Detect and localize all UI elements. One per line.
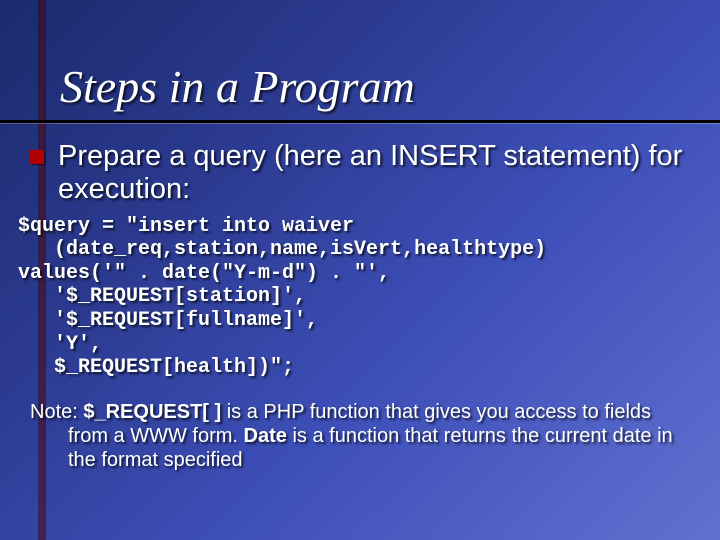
code-block: $query = "insert into waiver (date_req,s…: [18, 215, 690, 380]
bullet-square-icon: [30, 150, 44, 164]
code-line: $_REQUEST[health])";: [18, 356, 294, 379]
code-line: '$_REQUEST[station]',: [18, 285, 306, 308]
note-paragraph: Note: $_REQUEST[ ] is a PHP function tha…: [30, 400, 690, 472]
code-line: values('" . date("Y-m-d") . "',: [18, 262, 390, 285]
code-line: '$_REQUEST[fullname]',: [18, 309, 318, 332]
slide-title: Steps in a Program: [60, 60, 415, 113]
note-date-func: Date: [244, 425, 287, 447]
title-underline: [0, 120, 720, 123]
bullet-text: Prepare a query (here an INSERT statemen…: [58, 140, 690, 207]
note-request-func: $_REQUEST[ ]: [83, 401, 221, 423]
code-line: (date_req,station,name,isVert,healthtype…: [18, 238, 546, 261]
code-line: 'Y',: [18, 333, 102, 356]
bullet-item: Prepare a query (here an INSERT statemen…: [30, 140, 690, 207]
slide-content: Prepare a query (here an INSERT statemen…: [30, 140, 690, 472]
note-prefix: Note:: [30, 401, 83, 423]
code-line: $query = "insert into waiver: [18, 215, 354, 238]
